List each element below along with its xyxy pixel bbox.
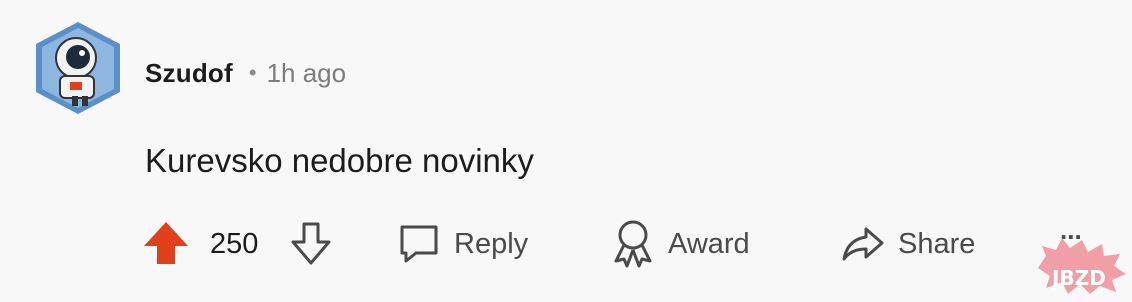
watermark-logo: JBZD — [1030, 228, 1130, 296]
upvote-button[interactable] — [140, 216, 192, 272]
award-label: Award — [668, 227, 750, 260]
share-label: Share — [898, 227, 976, 260]
share-arrow-icon — [842, 227, 884, 261]
award-ribbon-icon — [614, 220, 652, 268]
comment-meta: Szudof • 1h ago — [145, 55, 346, 91]
arrow-up-icon — [144, 222, 188, 264]
comment-action-bar: 250 Reply Award Share ... — [140, 215, 1100, 272]
astronaut-avatar-icon — [36, 22, 120, 114]
reply-button[interactable]: Reply — [396, 216, 528, 272]
downvote-button[interactable] — [288, 216, 334, 272]
arrow-down-icon — [291, 222, 331, 265]
speech-bubble-icon — [400, 225, 438, 263]
comment-timestamp[interactable]: 1h ago — [267, 58, 347, 89]
share-button[interactable]: Share — [840, 216, 975, 272]
award-button[interactable]: Award — [610, 216, 750, 272]
comment-body: Kurevsko nedobre novinky — [145, 142, 534, 179]
reply-label: Reply — [454, 227, 529, 260]
watermark-text: JBZD — [1052, 266, 1106, 290]
avatar[interactable] — [30, 20, 126, 116]
comment-author[interactable]: Szudof — [145, 58, 233, 89]
meta-separator: • — [248, 60, 257, 85]
vote-count: 250 — [210, 227, 259, 260]
